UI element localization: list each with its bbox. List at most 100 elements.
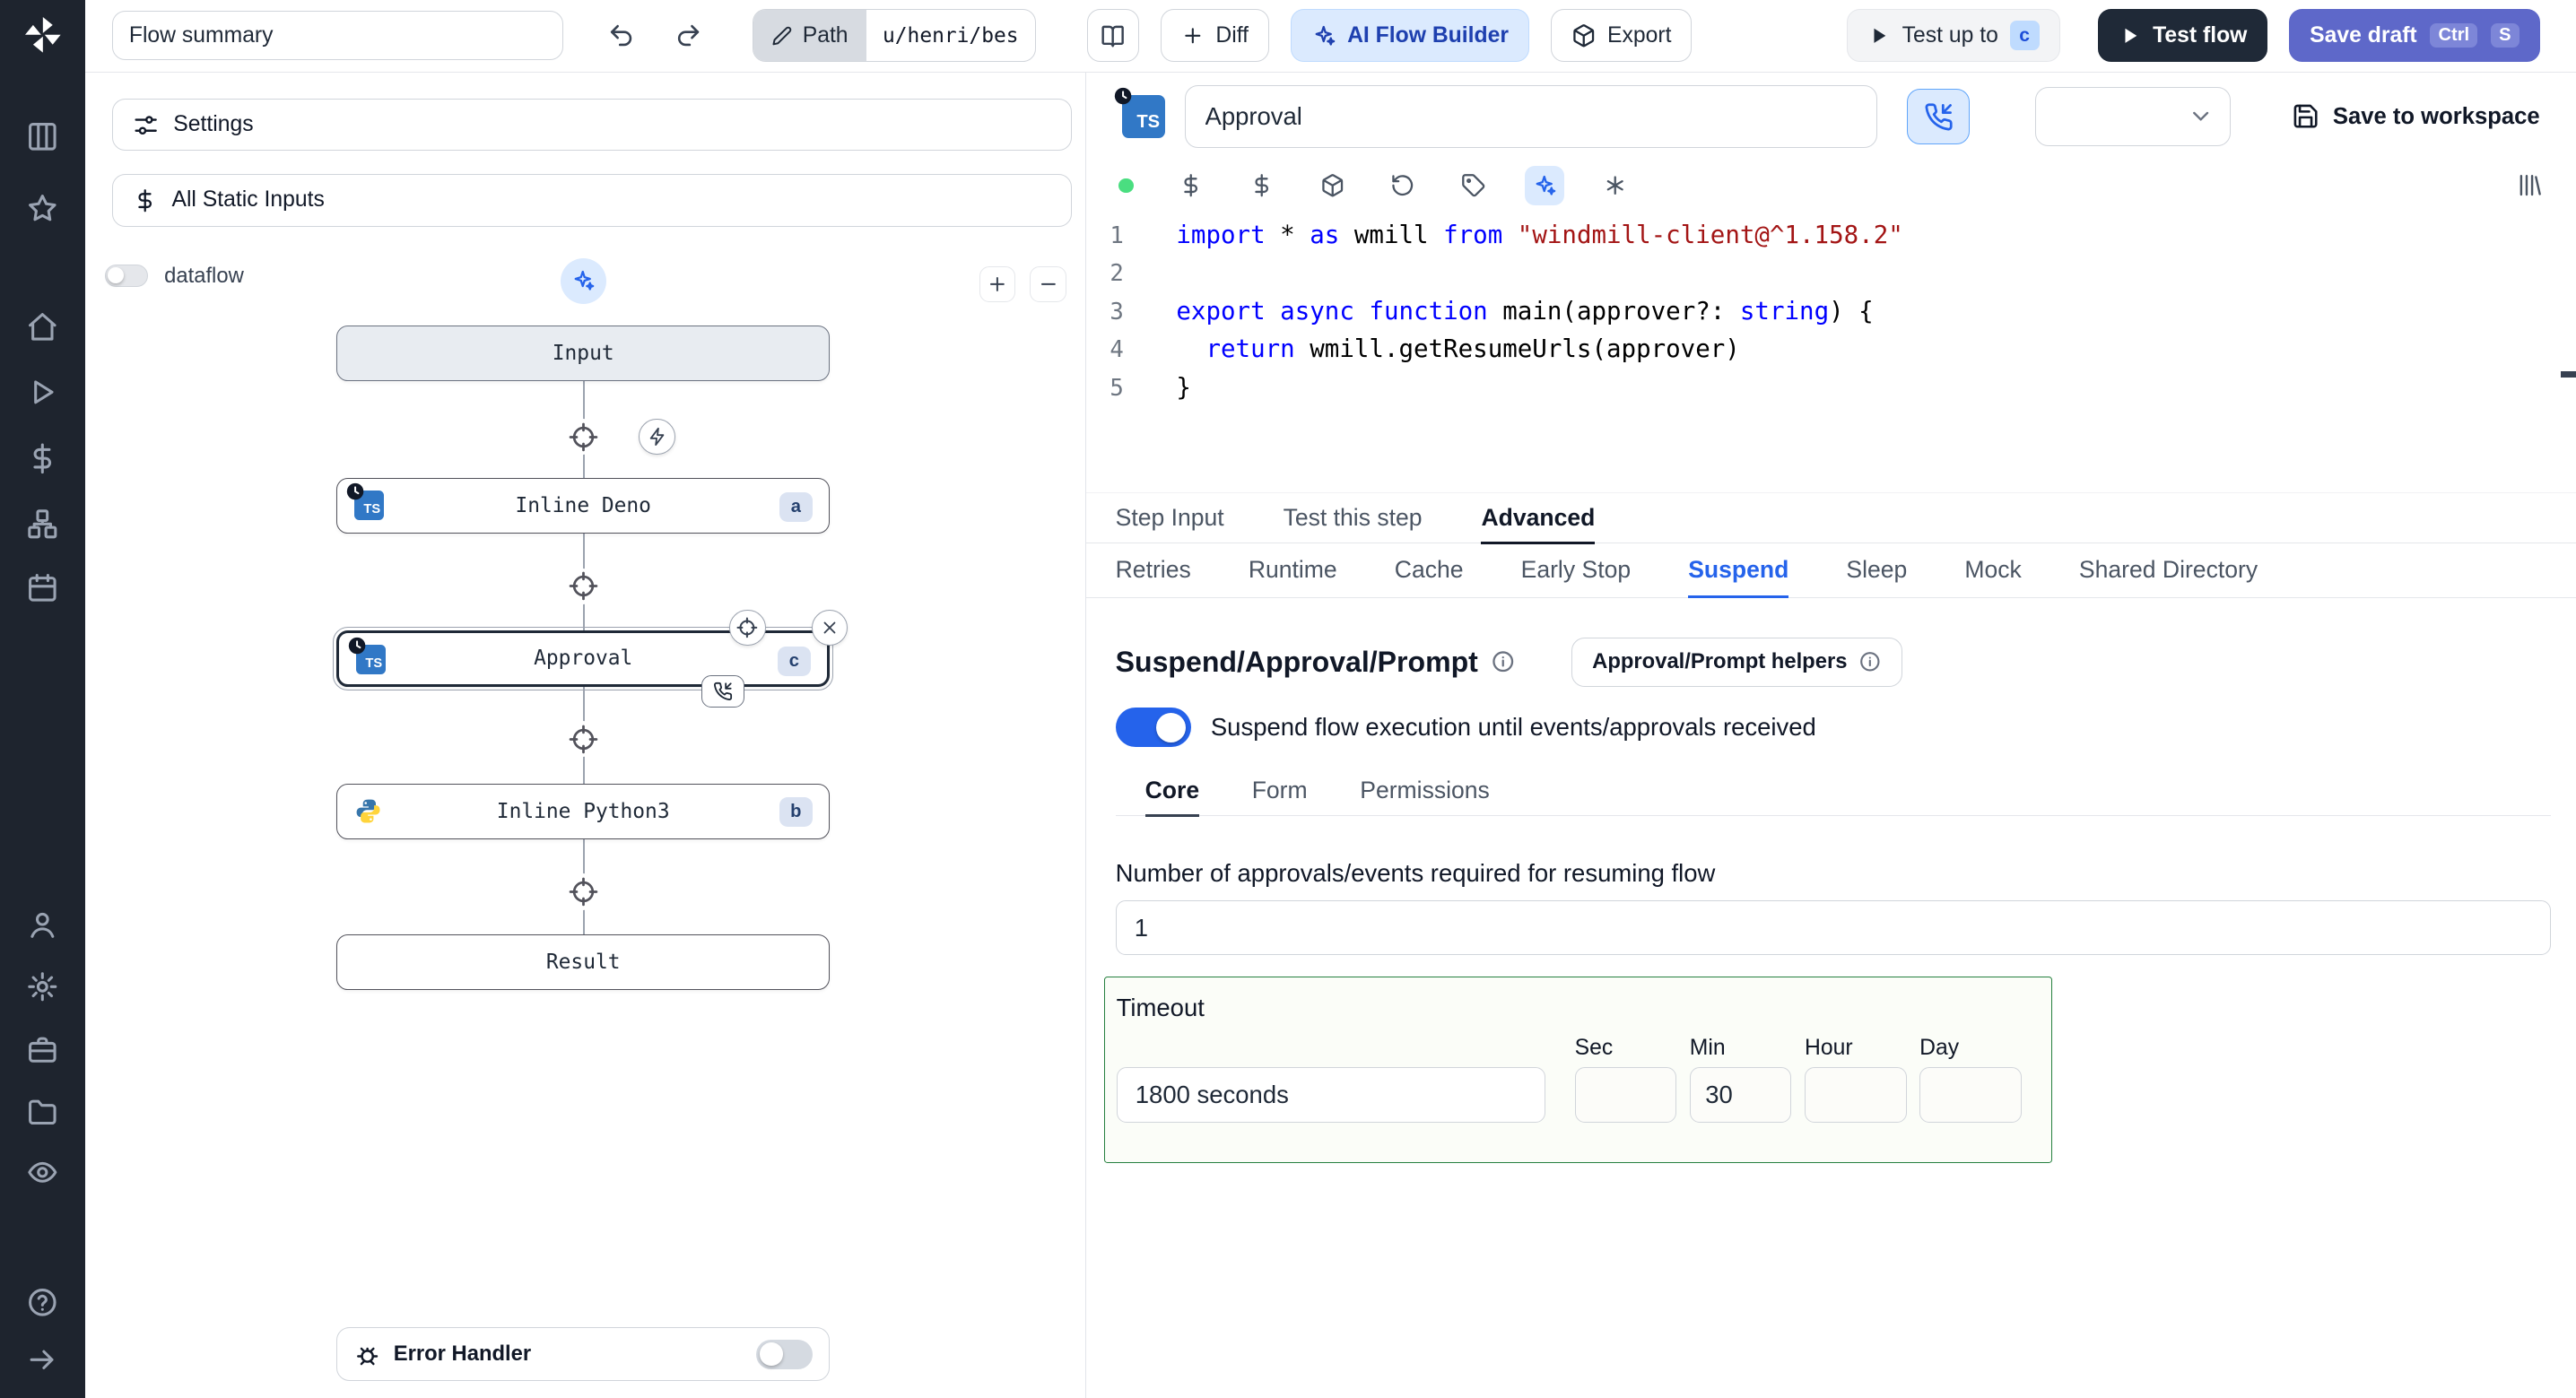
approval-mode-button[interactable] — [1907, 88, 1970, 145]
reset-code-button[interactable] — [1383, 166, 1423, 205]
sidebar-item-folders[interactable] — [26, 1096, 59, 1129]
tab-cache[interactable]: Cache — [1395, 543, 1464, 598]
sidebar-item-variables[interactable] — [26, 442, 59, 475]
sidebar — [0, 0, 86, 1398]
sidebar-item-users[interactable] — [26, 908, 59, 942]
code-line[interactable]: return wmill.getResumeUrls(approver) — [1176, 331, 1902, 369]
timeout-label: Timeout — [1116, 994, 1205, 1021]
path-control[interactable]: Path u/henri/bes — [752, 9, 1036, 63]
package-icon — [1320, 173, 1345, 197]
tab-shared-directory[interactable]: Shared Directory — [2079, 543, 2258, 598]
zoom-out-button[interactable] — [1030, 265, 1066, 302]
sidebar-collapse-icon[interactable] — [26, 1343, 59, 1376]
add-step-icon — [569, 877, 598, 907]
tab-core[interactable]: Core — [1144, 767, 1200, 818]
timeout-min-input[interactable] — [1689, 1066, 1792, 1124]
step-name-input[interactable] — [1184, 85, 1878, 148]
error-handler[interactable]: Error Handler — [336, 1326, 830, 1382]
code-line[interactable]: export async function main(approver?: st… — [1176, 293, 1902, 331]
timeout-sec-input[interactable] — [1574, 1066, 1677, 1124]
sidebar-item-workers[interactable] — [26, 1033, 59, 1066]
sidebar-item-schedules[interactable] — [26, 571, 59, 604]
timeout-value-input[interactable] — [1116, 1066, 1545, 1124]
add-step-button[interactable] — [565, 419, 602, 456]
approval-prompt-helpers-button[interactable]: Approval/Prompt helpers — [1571, 637, 1902, 687]
add-step-button[interactable] — [565, 721, 602, 758]
sidebar-item-home[interactable] — [26, 310, 59, 343]
overview-ruler-mark — [2561, 370, 2576, 378]
sidebar-item-runs[interactable] — [26, 376, 59, 409]
timeout-hour-input[interactable] — [1804, 1066, 1907, 1124]
flow-summary-input[interactable] — [111, 11, 564, 61]
node-inline-deno[interactable]: TS Inline Deno a — [336, 477, 830, 534]
zoom-in-button[interactable] — [979, 265, 1015, 302]
docs-button[interactable] — [1086, 9, 1140, 63]
tab-retries[interactable]: Retries — [1116, 543, 1191, 598]
zap-icon — [648, 427, 667, 447]
timeout-hour-label: Hour — [1804, 1035, 1853, 1060]
tab-test-this-step[interactable]: Test this step — [1284, 493, 1423, 544]
tab-mock[interactable]: Mock — [1964, 543, 2021, 598]
path-value: u/henri/bes — [883, 23, 1019, 48]
dollar-icon — [1179, 173, 1203, 197]
add-step-button[interactable] — [565, 568, 602, 604]
export-button[interactable]: Export — [1550, 9, 1693, 63]
code-line[interactable] — [1176, 255, 1902, 292]
sidebar-item-favorites[interactable] — [26, 192, 59, 225]
node-input[interactable]: Input — [336, 325, 830, 381]
insert-resource-button[interactable] — [1242, 166, 1282, 205]
tab-form[interactable]: Form — [1252, 767, 1308, 817]
path-label: Path — [802, 22, 849, 48]
ai-assistant-button[interactable] — [1524, 165, 1564, 205]
diff-button[interactable]: Diff — [1161, 9, 1270, 63]
code-line[interactable]: import * as wmill from "windmill-client@… — [1176, 217, 1902, 255]
sidebar-item-settings[interactable] — [26, 970, 59, 1003]
kbd-ctrl: Ctrl — [2430, 23, 2478, 48]
error-handler-toggle[interactable] — [756, 1339, 813, 1369]
sidebar-item-boards[interactable] — [26, 120, 59, 153]
info-icon[interactable] — [1491, 649, 1515, 673]
bug-icon — [354, 1342, 380, 1368]
test-up-to-button[interactable]: Test up to c — [1847, 9, 2060, 63]
node-label: Inline Python3 — [496, 799, 670, 823]
code-editor[interactable]: 1 2 3 4 5 import * as wmill from "windmill-c… — [1085, 210, 2576, 493]
editor-code: import * as wmill from "windmill-client@… — [1136, 210, 1902, 492]
ai-flow-builder-button[interactable]: AI Flow Builder — [1290, 9, 1529, 63]
approvals-count-input[interactable] — [1115, 900, 2552, 955]
tag-button[interactable] — [1454, 166, 1493, 205]
undo-button[interactable] — [598, 9, 644, 62]
tab-permissions[interactable]: Permissions — [1360, 767, 1490, 817]
node-inline-python3[interactable]: Inline Python3 b — [336, 783, 830, 839]
delete-step-button[interactable] — [811, 609, 849, 646]
sidebar-item-resources[interactable] — [26, 508, 59, 541]
save-to-workspace-button[interactable]: Save to workspace — [2292, 102, 2540, 130]
sidebar-item-audit[interactable] — [26, 1156, 59, 1189]
code-line[interactable]: } — [1176, 369, 1902, 407]
tab-step-input[interactable]: Step Input — [1116, 493, 1224, 544]
sidebar-item-help[interactable] — [26, 1286, 59, 1319]
phone-incoming-icon — [713, 682, 733, 701]
save-draft-button[interactable]: Save draft Ctrl S — [2289, 9, 2540, 63]
timeout-day-input[interactable] — [1919, 1066, 2022, 1124]
insert-variable-button[interactable] — [1171, 166, 1211, 205]
tab-suspend[interactable]: Suspend — [1688, 543, 1789, 599]
dependencies-button[interactable] — [1312, 166, 1352, 205]
add-step-button[interactable] — [565, 873, 602, 910]
ai-graph-builder-button[interactable] — [560, 257, 606, 304]
node-result[interactable]: Result — [336, 934, 830, 991]
format-code-button[interactable] — [1595, 166, 1634, 205]
suspend-toggle[interactable] — [1115, 708, 1191, 748]
suspend-indicator — [701, 674, 744, 708]
script-library-button[interactable] — [2511, 166, 2550, 205]
move-step-button[interactable] — [729, 609, 766, 646]
workspace-script-select[interactable] — [2035, 87, 2232, 146]
add-trigger-button[interactable] — [639, 419, 675, 456]
tab-early-stop[interactable]: Early Stop — [1521, 543, 1631, 598]
tab-advanced[interactable]: Advanced — [1481, 493, 1596, 545]
redo-button[interactable] — [666, 9, 711, 62]
tab-runtime[interactable]: Runtime — [1249, 543, 1337, 598]
windmill-logo-icon[interactable] — [22, 13, 65, 56]
test-flow-button[interactable]: Test flow — [2097, 9, 2268, 63]
tab-sleep[interactable]: Sleep — [1846, 543, 1907, 598]
line-number: 1 — [1110, 221, 1124, 249]
